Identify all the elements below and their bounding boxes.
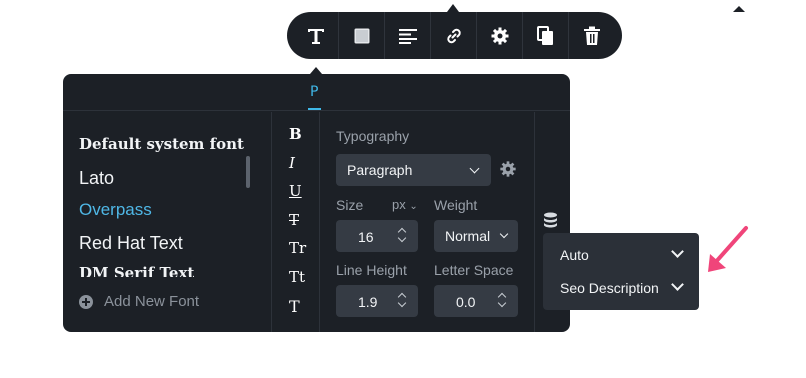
floating-toolbar [287, 6, 745, 59]
text-settings-panel: P Default system font Lato Overpass Red … [63, 74, 570, 332]
font-weight-select[interactable]: Normal [434, 220, 518, 252]
add-new-font-button[interactable]: Add New Font [79, 293, 199, 310]
font-size-stepper[interactable]: 16 [336, 220, 418, 252]
font-list: Default system font Lato Overpass Red Ha… [63, 112, 272, 332]
font-item[interactable]: DM Serif Text [79, 264, 194, 277]
add-font-label: Add New Font [104, 293, 200, 310]
annotation-arrow-icon [708, 226, 748, 272]
text-transform-icon[interactable]: Tr [289, 239, 306, 257]
plus-circle-icon [79, 294, 93, 309]
italic-icon[interactable]: I [289, 154, 295, 172]
stepper-arrows-icon[interactable] [497, 291, 507, 311]
link-icon [446, 28, 461, 43]
panel-tabs: P [63, 74, 570, 111]
gear-icon[interactable] [499, 160, 517, 178]
popover-item-auto[interactable]: Auto [560, 247, 589, 263]
copy-icon [536, 25, 553, 45]
trash-icon [584, 26, 600, 45]
duplicate-button[interactable] [523, 12, 569, 59]
active-tab-indicator [308, 108, 321, 110]
strikethrough-icon[interactable]: T [289, 211, 299, 229]
font-size-value: 16 [358, 229, 374, 245]
weight-label: Weight [434, 197, 478, 213]
link-button[interactable] [431, 12, 477, 59]
gear-icon [491, 27, 508, 44]
font-item-selected[interactable]: Overpass [79, 200, 152, 220]
line-height-value: 1.9 [358, 294, 378, 310]
panel-pointer [310, 67, 322, 74]
element-type-select[interactable]: Paragraph [336, 154, 491, 186]
unit-value: px [392, 197, 406, 212]
database-icon[interactable] [543, 212, 558, 228]
typography-heading: Typography [336, 128, 410, 144]
chevron-down-icon[interactable] [671, 278, 684, 291]
font-weight-value: Normal [445, 228, 491, 244]
font-item[interactable]: Default system font [79, 135, 244, 153]
box-tool-button[interactable] [339, 12, 385, 59]
text-tool-button[interactable] [293, 12, 339, 59]
chevron-down-icon [499, 229, 509, 239]
letter-space-label: Letter Space [434, 262, 514, 278]
stepper-arrows-icon[interactable] [397, 291, 407, 311]
underline-icon[interactable]: U [289, 182, 302, 200]
unit-select[interactable]: px ⌄ [392, 197, 418, 212]
capitalize-icon[interactable]: Tt [289, 268, 305, 286]
font-item[interactable]: Lato [79, 168, 114, 189]
stepper-arrows-icon[interactable] [397, 226, 407, 246]
text-style-column: B I U T Tr Tt T [272, 112, 320, 332]
popover-item-seo-description[interactable]: Seo Description [560, 280, 659, 296]
line-height-label: Line Height [336, 262, 407, 278]
tab-paragraph[interactable]: P [310, 84, 318, 100]
letter-space-stepper[interactable]: 0.0 [434, 285, 518, 317]
toolbar-pointer [447, 4, 459, 12]
data-source-popover: Auto Seo Description [543, 233, 699, 310]
line-height-stepper[interactable]: 1.9 [336, 285, 418, 317]
chevron-down-icon [469, 163, 480, 174]
letter-space-value: 0.0 [456, 294, 476, 310]
font-list-scrollbar[interactable] [246, 156, 250, 188]
delete-button[interactable] [569, 12, 615, 59]
text-icon[interactable]: T [289, 297, 300, 316]
align-left-icon [398, 28, 417, 44]
font-item[interactable]: Red Hat Text [79, 233, 183, 254]
bold-icon[interactable]: B [289, 125, 302, 143]
chevron-down-icon: ⌄ [409, 201, 418, 212]
settings-button[interactable] [477, 12, 523, 59]
align-button[interactable] [385, 12, 431, 59]
size-label: Size [336, 197, 364, 213]
element-type-value: Paragraph [347, 162, 413, 178]
typography-section: Typography Paragraph Size px ⌄ Weight 16… [320, 112, 534, 332]
text-icon [307, 28, 324, 44]
square-icon [354, 28, 369, 43]
chevron-down-icon[interactable] [671, 245, 684, 258]
